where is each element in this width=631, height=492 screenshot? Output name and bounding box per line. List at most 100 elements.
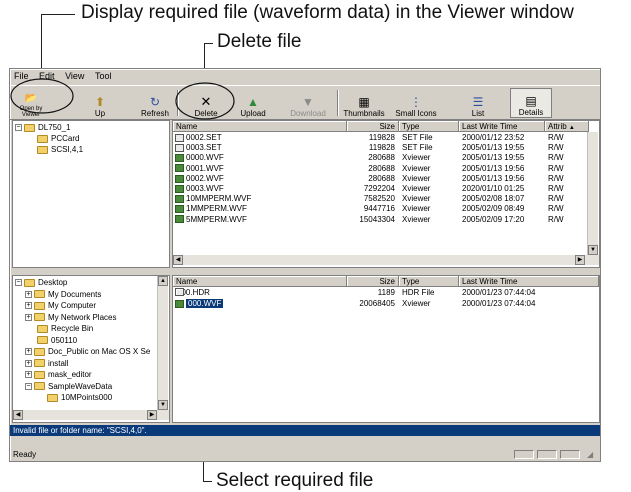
vertical-scrollbar[interactable]: ▼ [587,132,598,255]
table-row[interactable]: 1MMPERM.WVF 9447716 Xviewer 2005/02/09 08:4… [173,204,587,214]
tree-item[interactable]: 10MPoints000 [47,392,112,403]
file-type: SET File [402,143,433,153]
table-row[interactable]: 0003.WVF 7292204 Xviewer 2020/01/10 01:25 R/… [173,184,587,194]
thumbnails-icon: ▦ [358,95,370,109]
file-size: 7292204 [363,184,395,193]
expand-toggle-icon[interactable]: + [25,348,32,356]
expand-toggle-icon[interactable]: + [25,302,32,310]
scroll-up-button[interactable]: ▲ [158,276,168,286]
file-name: 1MMPERM.WVF [186,204,247,214]
menu-tool[interactable]: Tool [91,71,116,81]
refresh-button[interactable]: ↻ Refresh [138,88,172,118]
menu-edit[interactable]: Edit [35,71,59,81]
expand-toggle-icon[interactable]: + [25,359,32,367]
remote-file-list[interactable]: Name Size Type Last Write Time Attrib ▲ … [172,120,600,268]
tree-item[interactable]: + My Computer [25,300,96,311]
tree-item[interactable]: Recycle Bin [37,323,93,334]
resize-grip-icon[interactable]: ◢ [587,449,593,460]
column-header-name[interactable]: Name [173,121,347,132]
file-name-cell: 0002.WVF [175,174,345,184]
collapse-toggle-icon[interactable]: − [15,124,22,132]
scroll-left-button[interactable]: ◀ [173,255,183,265]
tree-item[interactable]: + My Documents [25,289,101,300]
tree-item[interactable]: + install [25,358,68,369]
file-name-cell: 5MMPERM.WVF [175,215,345,225]
menu-file[interactable]: File [10,71,33,81]
waveform-file-icon [175,299,184,308]
upload-arrow-icon: ▲ [247,95,259,109]
column-header-last-write-time[interactable]: Last Write Time [459,276,599,287]
my-computer-icon [34,301,45,310]
waveform-file-icon [175,205,184,214]
tree-item-pccard[interactable]: PCCard [37,133,79,144]
file-size: 9447716 [363,204,395,214]
table-row[interactable]: 000.HDR 1189 HDR File 2000/01/23 07:44:04 [173,288,599,298]
folder-icon [47,393,58,402]
column-header-size[interactable]: Size [347,121,399,132]
file-name-cell: 000.WVF [175,299,345,309]
vertical-scrollbar[interactable]: ▲ ▼ [157,276,168,410]
tree-item[interactable]: 050110 [37,335,77,346]
scroll-right-button[interactable]: ▶ [147,410,157,420]
upload-button[interactable]: ▲ Upload [236,88,270,118]
column-header-type[interactable]: Type [399,121,459,132]
up-button[interactable]: ⬆ Up [88,88,112,118]
horizontal-scrollbar[interactable]: ◀ ▶ [13,410,169,420]
table-row[interactable]: 5MMPERM.WVF 15043304 Xviewer 2005/02/09 17:… [173,215,587,225]
expand-toggle-icon[interactable]: − [15,279,22,287]
column-header-attrib[interactable]: Attrib ▲ [545,121,589,132]
tree-item[interactable]: + mask_editor [25,369,92,380]
scroll-down-button[interactable]: ▼ [588,245,598,255]
local-file-list[interactable]: Name Size Type Last Write Time 000.HDR 11… [172,275,600,423]
scroll-left-button[interactable]: ◀ [13,410,23,420]
file-time: 2000/01/12 23:52 [462,133,525,142]
menu-view[interactable]: View [61,71,88,81]
table-row[interactable]: 0001.WVF 280688 Xviewer 2005/01/13 19:56 R/W [173,164,587,174]
expand-toggle-icon[interactable]: + [25,313,32,321]
list-button[interactable]: ☰ List [466,88,490,118]
tree-item-scsi[interactable]: SCSI,4,1 [37,144,83,155]
column-header-last-write-time[interactable]: Last Write Time [459,121,545,132]
column-header-name[interactable]: Name [173,276,347,287]
details-button[interactable]: ▤ Details [510,88,552,118]
tree-item[interactable]: + My Network Places [25,312,116,323]
file-name: 0001.WVF [186,163,224,173]
file-size: 280688 [368,173,395,183]
toolbar-separator [337,90,339,116]
tree-item-label: My Network Places [48,312,117,322]
tree-item-dl750[interactable]: − DL750_1 [15,122,70,133]
tree-item[interactable]: − Desktop [15,277,67,288]
scroll-right-button[interactable]: ▶ [575,255,585,265]
table-row[interactable]: 0003.SET 119828 SET File 2005/01/13 19:55 R/… [173,143,587,153]
table-row[interactable]: 0002.SET 119828 SET File 2000/01/12 23:52 R/… [173,133,587,143]
folder-icon [34,370,45,379]
tree-item[interactable]: + Doc_Public on Mac OS X Se [25,346,150,357]
expand-toggle-icon[interactable]: + [25,290,32,298]
expand-toggle-icon[interactable]: − [25,382,32,390]
table-row[interactable]: 000.WVF 20068405 Xviewer 2000/01/23 07:44:0… [173,299,599,309]
delete-button[interactable]: ✕ Delete [188,88,224,119]
file-type: Xviewer [402,204,431,214]
expand-toggle-icon[interactable]: + [25,371,32,379]
horizontal-scrollbar[interactable]: ◀ ▶ [173,255,599,265]
column-header-type[interactable]: Type [399,276,459,287]
file-attrib: R/W [548,133,564,142]
table-row[interactable]: 0002.WVF 280688 Xviewer 2005/01/13 19:56 R/W [173,174,587,184]
local-folder-tree[interactable]: − Desktop + My Documents + My Computer + My Net… [12,275,170,423]
file-time: 2000/01/23 07:44:04 [462,299,536,308]
refresh-icon: ↻ [149,95,161,109]
tree-item-label: SampleWaveData [48,381,113,391]
table-row[interactable]: 0000.WVF 280688 Xviewer 2005/01/13 19:55 R/W [173,153,587,163]
column-header-size[interactable]: Size [347,276,399,287]
tree-item-label: SCSI,4,1 [51,145,84,154]
tree-item-label: PCCard [51,134,80,143]
thumbnails-button[interactable]: ▦ Thumbnails [343,88,384,118]
open-by-viewer-button[interactable]: 📂 Open by Viewer [14,88,48,118]
download-button[interactable]: ▼ Download [288,88,328,118]
scroll-down-button[interactable]: ▼ [158,400,168,410]
remote-folder-tree[interactable]: − DL750_1 PCCard SCSI,4,1 [12,120,170,268]
table-row[interactable]: 10MMPERM.WVF 7582520 Xviewer 2005/02/08 18:… [173,194,587,204]
tree-item[interactable]: − SampleWaveData [25,381,112,392]
small-icons-button[interactable]: ⋮ Small Icons [394,88,438,118]
waveform-folder-icon: 📂 [24,93,38,104]
